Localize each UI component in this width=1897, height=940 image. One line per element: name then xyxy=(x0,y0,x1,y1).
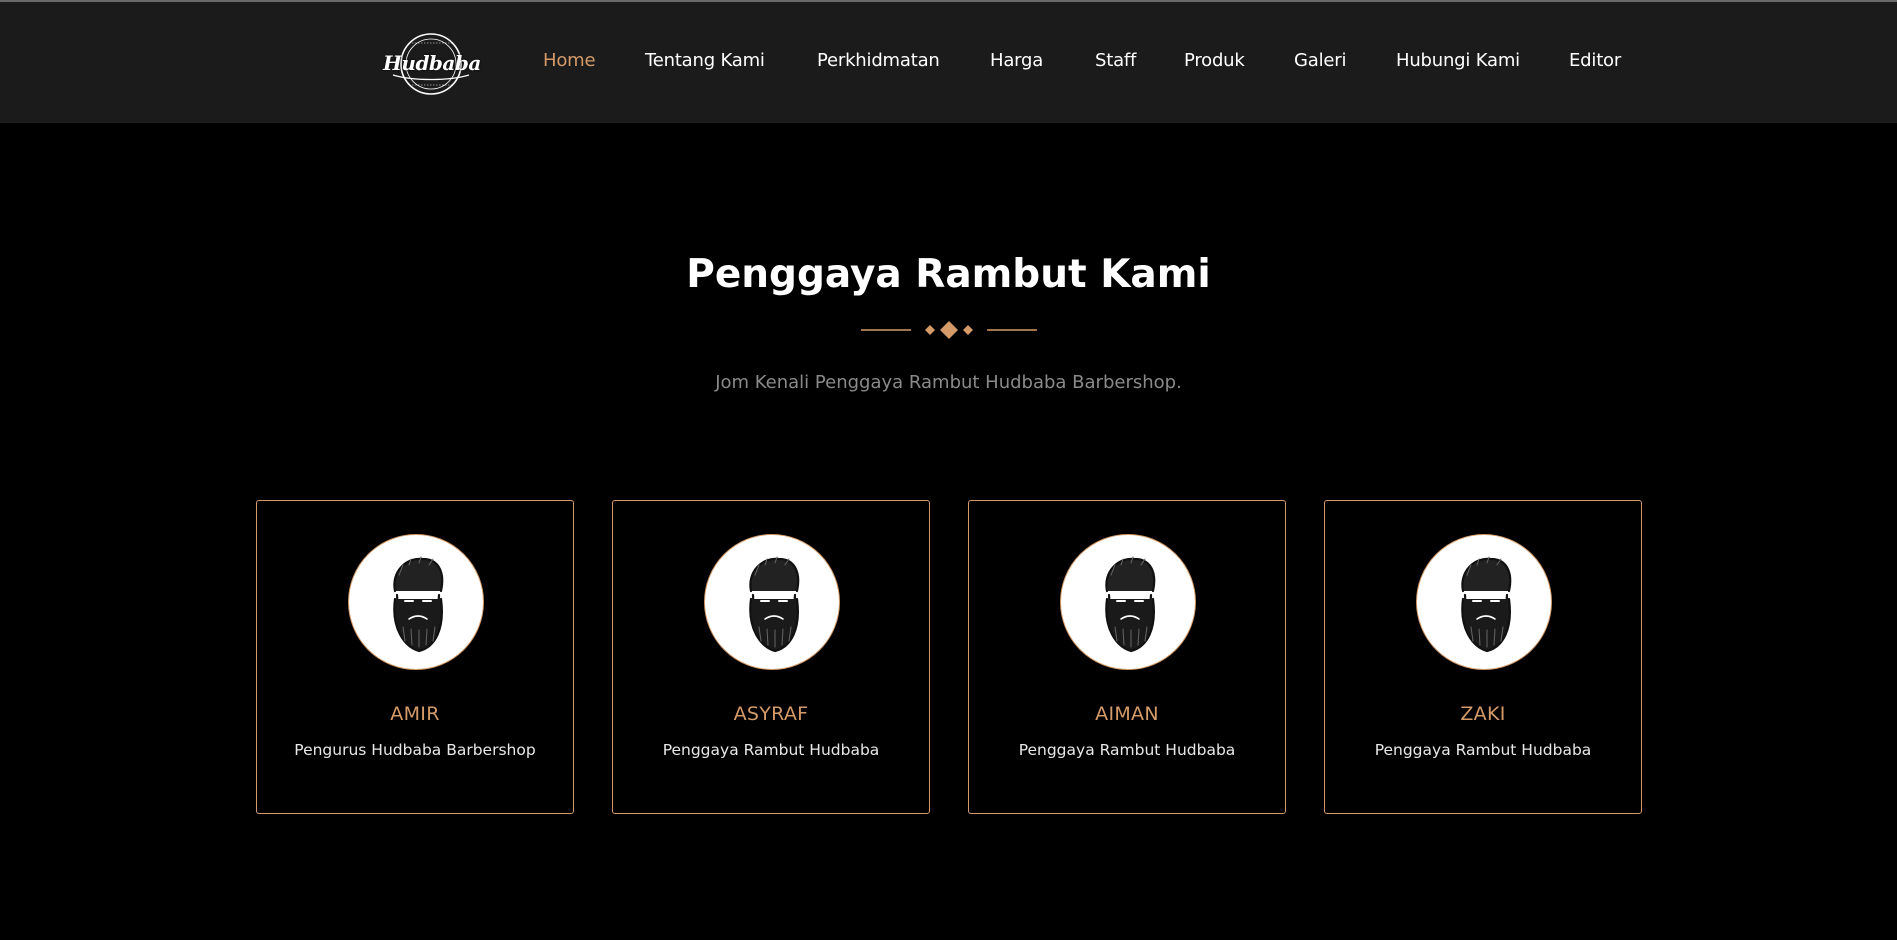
nav-tentang-kami[interactable]: Tentang Kami xyxy=(645,50,765,71)
staff-role: Penggaya Rambut Hudbaba xyxy=(662,741,880,759)
nav-home[interactable]: Home xyxy=(543,50,596,71)
staff-role: Penggaya Rambut Hudbaba xyxy=(1374,741,1592,759)
navbar: Hudbaba Home Tentang Kami Perkhidmatan H… xyxy=(0,2,1897,123)
avatar xyxy=(704,534,840,670)
avatar xyxy=(1060,534,1196,670)
avatar xyxy=(348,534,484,670)
team-card[interactable]: ZAKI Penggaya Rambut Hudbaba xyxy=(1324,500,1642,814)
staff-role: Penggaya Rambut Hudbaba xyxy=(1018,741,1236,759)
nav-hubungi-kami[interactable]: Hubungi Kami xyxy=(1396,50,1520,71)
nav-harga[interactable]: Harga xyxy=(990,50,1043,71)
staff-name: AIMAN xyxy=(1095,703,1159,725)
logo-wordmark: Hudbaba xyxy=(383,51,481,75)
brand-logo[interactable]: Hudbaba xyxy=(383,31,481,97)
staff-role: Pengurus Hudbaba Barbershop xyxy=(294,741,536,759)
bearded-man-icon xyxy=(393,556,444,653)
team-card[interactable]: AMIR Pengurus Hudbaba Barbershop xyxy=(256,500,574,814)
avatar xyxy=(1416,534,1552,670)
nav-editor[interactable]: Editor xyxy=(1569,50,1621,71)
staff-name: ZAKI xyxy=(1460,703,1506,725)
bearded-man-icon xyxy=(749,556,800,653)
ornament-divider xyxy=(861,321,1037,339)
bearded-man-icon xyxy=(1105,556,1156,653)
nav-perkhidmatan[interactable]: Perkhidmatan xyxy=(817,50,940,71)
section-subtitle: Jom Kenali Penggaya Rambut Hudbaba Barbe… xyxy=(715,372,1182,393)
nav-produk[interactable]: Produk xyxy=(1184,50,1245,71)
nav-galeri[interactable]: Galeri xyxy=(1294,50,1346,71)
bearded-man-icon xyxy=(1461,556,1512,653)
nav-staff[interactable]: Staff xyxy=(1095,50,1136,71)
team-card[interactable]: ASYRAF Penggaya Rambut Hudbaba xyxy=(612,500,930,814)
team-card[interactable]: AIMAN Penggaya Rambut Hudbaba xyxy=(968,500,1286,814)
staff-name: ASYRAF xyxy=(733,703,809,725)
section-title: Penggaya Rambut Kami xyxy=(686,252,1211,297)
staff-name: AMIR xyxy=(390,703,440,725)
